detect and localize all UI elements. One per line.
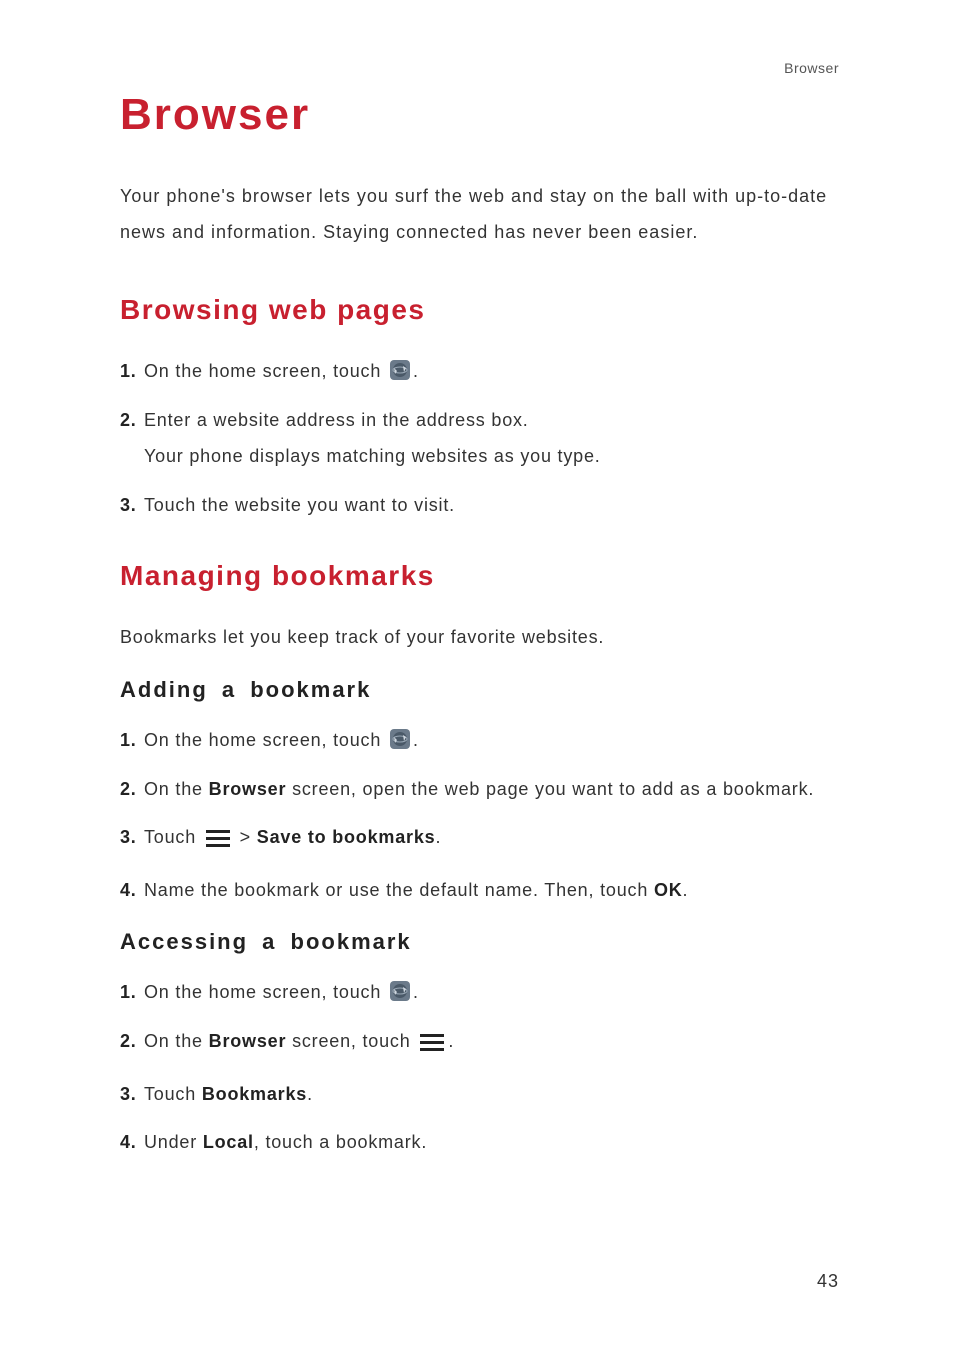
step-number: 2. [120,774,144,805]
step-number: 2. [120,405,144,436]
step-text: Under Local, touch a bookmark. [144,1127,839,1158]
step-text-fragment: On the home screen, touch [144,361,387,381]
menu-icon [420,1030,444,1061]
step-text: On the home screen, touch . [144,725,839,756]
bold-bookmarks: Bookmarks [202,1084,307,1104]
gt-separator: > [240,827,257,847]
step-number: 1. [120,356,144,387]
accessing-step-3: 3. Touch Bookmarks. [120,1079,839,1110]
step-text-fragment: Enter a website address in the address b… [144,410,529,430]
bold-save-to-bookmarks: Save to bookmarks [257,827,436,847]
managing-intro: Bookmarks let you keep track of your fav… [120,622,839,653]
step-number: 3. [120,822,144,853]
page-title: Browser [120,90,839,140]
step-text: On the home screen, touch . [144,356,839,387]
bold-local: Local [203,1132,254,1152]
adding-step-2: 2. On the Browser screen, open the web p… [120,774,839,805]
adding-step-3: 3. Touch > Save to bookmarks. [120,822,839,857]
step-text-post: screen, open the web page you want to ad… [286,779,814,799]
step-text: On the Browser screen, touch . [144,1026,839,1061]
step-text: On the Browser screen, open the web page… [144,774,839,805]
step-number: 3. [120,1079,144,1110]
browser-icon [389,359,411,381]
step-text-post: . [307,1084,313,1104]
browser-icon [389,728,411,750]
bold-browser: Browser [209,1031,287,1051]
accessing-step-2: 2. On the Browser screen, touch . [120,1026,839,1061]
step-text: Enter a website address in the address b… [144,405,839,472]
step-text-fragment: On the home screen, touch [144,730,387,750]
adding-step-4: 4. Name the bookmark or use the default … [120,875,839,906]
step-text: Touch Bookmarks. [144,1079,839,1110]
page-content: Browser Your phone's browser lets you su… [0,0,954,1236]
step-text-pre: Touch [144,1084,202,1104]
step-text-post: screen, touch [286,1031,416,1051]
accessing-step-4: 4. Under Local, touch a bookmark. [120,1127,839,1158]
step-text-pre: Under [144,1132,203,1152]
step-text-fragment: On the home screen, touch [144,982,387,1002]
step-text-post: , touch a bookmark. [254,1132,427,1152]
step-number: 3. [120,490,144,521]
subsection-adding-title: Adding a bookmark [120,677,839,703]
period: . [413,361,419,381]
bold-browser: Browser [209,779,287,799]
step-number: 2. [120,1026,144,1057]
step-subtext: Your phone displays matching websites as… [144,441,839,472]
step-text-pre: Touch [144,827,202,847]
browsing-step-3: 3. Touch the website you want to visit. [120,490,839,521]
intro-paragraph: Your phone's browser lets you surf the w… [120,178,839,250]
step-text: Name the bookmark or use the default nam… [144,875,839,906]
step-text-pre: On the [144,779,209,799]
period: . [448,1031,454,1051]
subsection-accessing-title: Accessing a bookmark [120,929,839,955]
accessing-step-1: 1. On the home screen, touch . [120,977,839,1008]
period: . [413,730,419,750]
step-text-post: . [435,827,441,847]
section-browsing-title: Browsing web pages [120,294,839,326]
step-text-post: . [683,880,689,900]
browsing-step-1: 1. On the home screen, touch . [120,356,839,387]
bold-ok: OK [654,880,683,900]
step-text: Touch the website you want to visit. [144,490,839,521]
step-number: 1. [120,977,144,1008]
browsing-step-2: 2. Enter a website address in the addres… [120,405,839,472]
step-number: 1. [120,725,144,756]
step-number: 4. [120,875,144,906]
step-text: Touch > Save to bookmarks. [144,822,839,857]
period: . [413,982,419,1002]
page-number: 43 [817,1271,839,1292]
browser-icon [389,980,411,1002]
section-managing-title: Managing bookmarks [120,560,839,592]
step-text-pre: On the [144,1031,209,1051]
step-text-pre: Name the bookmark or use the default nam… [144,880,654,900]
menu-icon [206,826,230,857]
step-text: On the home screen, touch . [144,977,839,1008]
step-number: 4. [120,1127,144,1158]
running-header: Browser [784,60,839,76]
adding-step-1: 1. On the home screen, touch . [120,725,839,756]
